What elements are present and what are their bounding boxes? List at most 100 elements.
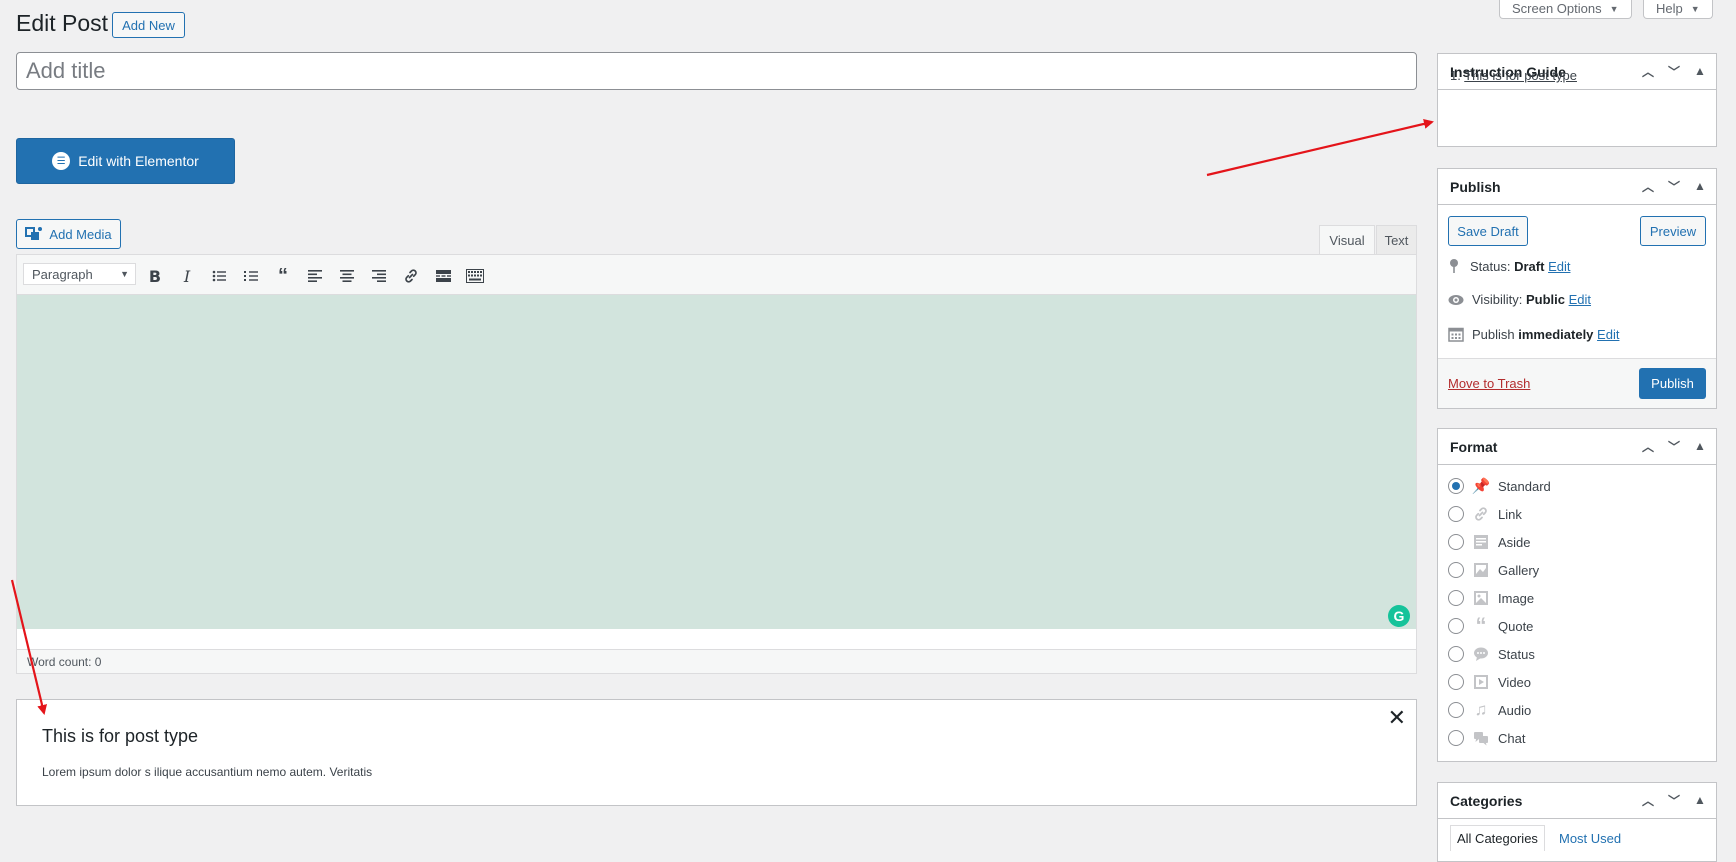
radio-standard[interactable] — [1448, 478, 1464, 494]
guide-item-link[interactable]: This is for post type — [1464, 68, 1577, 83]
status-value: Draft — [1514, 258, 1545, 274]
elementor-icon: ☰ — [52, 152, 71, 170]
content-editor: Paragraph ▼ B I “ G Word count: 0 — [16, 254, 1417, 674]
screen-options-button[interactable]: Screen Options ▼ — [1499, 0, 1632, 19]
instruction-guide-box: Instruction Guide ︿ ﹀ ▲ 1. This is for p… — [1437, 53, 1717, 147]
publish-button[interactable]: Publish — [1639, 368, 1706, 399]
toolbar-toggle-icon[interactable] — [464, 265, 486, 287]
format-option-chat[interactable]: Chat — [1448, 727, 1525, 749]
radio-aside[interactable] — [1448, 534, 1464, 550]
edit-schedule-link[interactable]: Edit — [1597, 327, 1619, 342]
move-to-trash-link[interactable]: Move to Trash — [1448, 376, 1530, 391]
format-option-audio[interactable]: ♫ Audio — [1448, 699, 1531, 721]
screen-options-label: Screen Options — [1512, 1, 1602, 16]
edit-visibility-link[interactable]: Edit — [1569, 292, 1591, 307]
radio-link[interactable] — [1448, 506, 1464, 522]
radio-chat[interactable] — [1448, 730, 1464, 746]
eye-icon — [1448, 294, 1464, 305]
format-option-status[interactable]: Status — [1448, 643, 1535, 665]
format-option-gallery[interactable]: Gallery — [1448, 559, 1539, 581]
tab-all-categories[interactable]: All Categories — [1450, 825, 1545, 851]
format-option-video[interactable]: Video — [1448, 671, 1531, 693]
bold-icon[interactable]: B — [144, 265, 166, 287]
format-option-aside[interactable]: Aside — [1448, 531, 1531, 553]
chevron-down-icon[interactable]: ﹀ — [1666, 437, 1682, 455]
read-more-icon[interactable] — [432, 265, 454, 287]
link-icon — [1472, 505, 1490, 523]
collapse-toggle-icon[interactable]: ▲ — [1692, 437, 1708, 455]
help-button[interactable]: Help ▼ — [1643, 0, 1713, 19]
add-new-button[interactable]: Add New — [112, 12, 185, 38]
chevron-up-icon[interactable]: ︿ — [1640, 62, 1656, 80]
publish-label: Publish — [1472, 326, 1515, 342]
guide-item: 1. This is for post type — [1450, 68, 1577, 83]
save-draft-button[interactable]: Save Draft — [1448, 216, 1528, 246]
grammarly-icon[interactable]: G — [1388, 605, 1410, 627]
status-row: Status: Draft Edit — [1448, 258, 1570, 274]
paragraph-format-select[interactable]: Paragraph ▼ — [23, 263, 136, 285]
aside-icon — [1472, 533, 1490, 551]
help-label: Help — [1656, 1, 1683, 16]
music-note-icon: ♫ — [1474, 700, 1488, 719]
preview-button[interactable]: Preview — [1640, 216, 1706, 246]
notice-title: This is for post type — [42, 726, 199, 746]
radio-status[interactable] — [1448, 646, 1464, 662]
quote-icon: “ — [1475, 613, 1487, 638]
format-label-quote: Quote — [1498, 618, 1534, 634]
publish-value: immediately — [1518, 326, 1594, 342]
chat-icon — [1472, 729, 1490, 747]
format-label-image: Image — [1498, 590, 1535, 606]
publish-title: Publish — [1450, 178, 1501, 195]
publish-box: Publish ︿ ﹀ ▲ Save Draft Preview Status:… — [1437, 168, 1717, 409]
link-icon[interactable] — [400, 265, 422, 287]
notice-body: Lorem ipsum dolor s ilique accusantium n… — [42, 765, 373, 779]
schedule-row: Publish immediately Edit — [1448, 326, 1619, 342]
gallery-icon — [1472, 561, 1490, 579]
caret-down-icon: ▼ — [1690, 3, 1700, 14]
numbered-list-icon[interactable] — [240, 265, 262, 287]
chevron-up-icon[interactable]: ︿ — [1640, 791, 1656, 809]
arrow-to-guide-link — [1206, 118, 1434, 177]
status-label: Status: — [1470, 258, 1511, 274]
format-option-link[interactable]: Link — [1448, 503, 1522, 525]
format-option-quote[interactable]: “ Quote — [1448, 613, 1534, 638]
visibility-value: Public — [1525, 292, 1565, 307]
format-option-image[interactable]: Image — [1448, 587, 1534, 609]
tab-most-used[interactable]: Most Used — [1553, 825, 1627, 851]
format-option-standard[interactable]: 📌 Standard — [1448, 475, 1551, 497]
radio-quote[interactable] — [1448, 618, 1464, 634]
tab-text[interactable]: Text — [1376, 225, 1417, 254]
page-title: Edit Post — [16, 10, 109, 36]
format-header: Format ︿ ﹀ ▲ — [1438, 429, 1716, 465]
radio-gallery[interactable] — [1448, 562, 1464, 578]
chevron-down-icon[interactable]: ﹀ — [1666, 177, 1682, 195]
blockquote-icon[interactable]: “ — [272, 265, 294, 287]
collapse-toggle-icon[interactable]: ▲ — [1692, 62, 1708, 80]
radio-video[interactable] — [1448, 674, 1464, 690]
align-left-icon[interactable] — [304, 265, 326, 287]
italic-icon[interactable]: I — [176, 265, 198, 287]
format-label-chat: Chat — [1498, 730, 1526, 746]
format-label-aside: Aside — [1498, 534, 1531, 550]
chevron-down-icon[interactable]: ﹀ — [1666, 791, 1682, 809]
categories-box: Categories ︿ ﹀ ▲ All Categories Most Use… — [1437, 782, 1717, 862]
edit-status-link[interactable]: Edit — [1548, 259, 1570, 274]
post-title-input[interactable] — [16, 52, 1417, 90]
editor-content-area[interactable]: G — [17, 295, 1416, 629]
edit-with-elementor-button[interactable]: ☰ Edit with Elementor — [16, 138, 235, 184]
collapse-toggle-icon[interactable]: ▲ — [1692, 177, 1708, 195]
chevron-up-icon[interactable]: ︿ — [1640, 437, 1656, 455]
chevron-down-icon[interactable]: ﹀ — [1666, 62, 1682, 80]
radio-image[interactable] — [1448, 590, 1464, 606]
close-icon[interactable]: ✕ — [1388, 705, 1406, 731]
tab-visual[interactable]: Visual — [1319, 225, 1375, 254]
categories-header: Categories ︿ ﹀ ▲ — [1438, 783, 1716, 819]
align-center-icon[interactable] — [336, 265, 358, 287]
bullet-list-icon[interactable] — [208, 265, 230, 287]
add-media-button[interactable]: Add Media — [16, 219, 121, 249]
chevron-up-icon[interactable]: ︿ — [1640, 177, 1656, 195]
radio-audio[interactable] — [1448, 702, 1464, 718]
publish-actions: Move to Trash Publish — [1438, 358, 1716, 408]
collapse-toggle-icon[interactable]: ▲ — [1692, 791, 1708, 809]
align-right-icon[interactable] — [368, 265, 390, 287]
